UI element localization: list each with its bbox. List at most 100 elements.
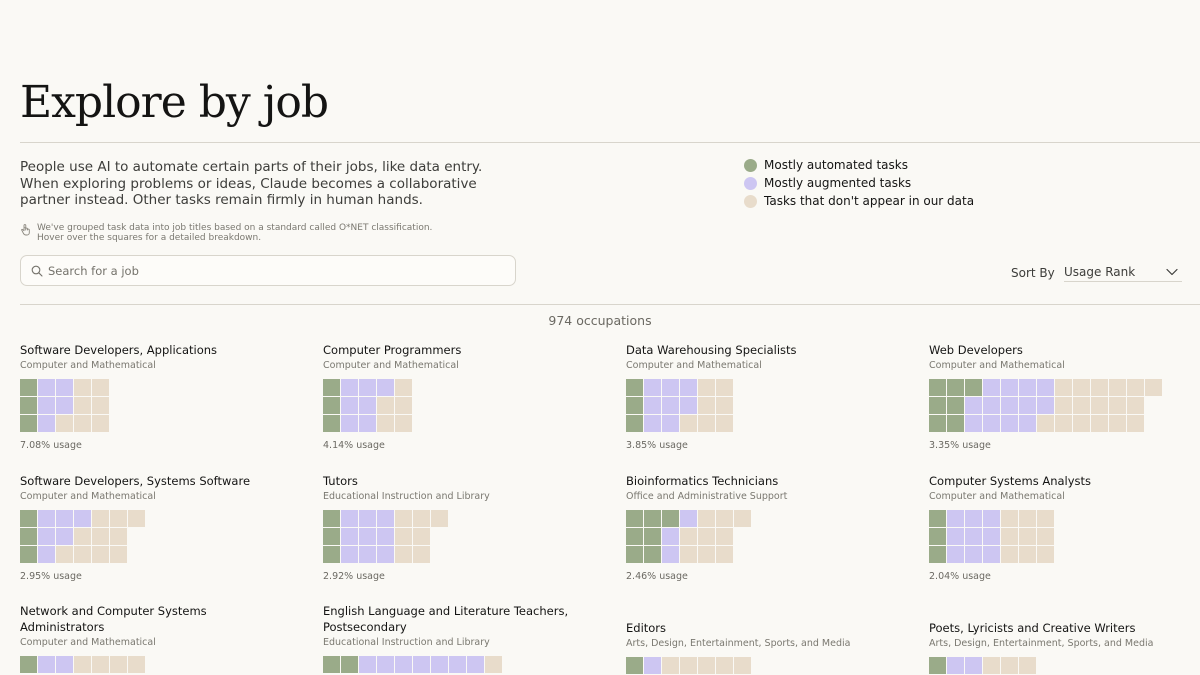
task-cell-augmented[interactable] — [947, 528, 964, 545]
task-cell-human[interactable] — [1091, 397, 1108, 414]
task-cell-human[interactable] — [698, 397, 715, 414]
task-cell-augmented[interactable] — [38, 528, 55, 545]
task-cell-human[interactable] — [698, 510, 715, 527]
task-cell-human[interactable] — [395, 379, 412, 396]
task-cell-human[interactable] — [110, 656, 127, 673]
task-cell-automated[interactable] — [341, 656, 358, 673]
task-cell-human[interactable] — [110, 546, 127, 563]
task-cell-augmented[interactable] — [74, 510, 91, 527]
task-cell-human[interactable] — [128, 510, 145, 527]
task-cell-augmented[interactable] — [983, 510, 1000, 527]
task-cell-automated[interactable] — [20, 415, 37, 432]
task-cell-automated[interactable] — [965, 379, 982, 396]
task-cell-human[interactable] — [395, 510, 412, 527]
task-cell-human[interactable] — [395, 415, 412, 432]
occupation-card[interactable]: Computer Programmers Computer and Mathema… — [323, 342, 603, 451]
task-cell-human[interactable] — [1127, 397, 1144, 414]
task-cell-human[interactable] — [1091, 415, 1108, 432]
task-cell-augmented[interactable] — [38, 415, 55, 432]
task-cell-human[interactable] — [1109, 379, 1126, 396]
occupation-card[interactable]: Editors Arts, Design, Entertainment, Spor… — [626, 620, 906, 674]
task-cell-automated[interactable] — [20, 397, 37, 414]
task-cell-human[interactable] — [1145, 379, 1162, 396]
task-cell-automated[interactable] — [20, 656, 37, 673]
task-cell-human[interactable] — [431, 510, 448, 527]
task-cell-automated[interactable] — [20, 546, 37, 563]
task-cell-human[interactable] — [680, 528, 697, 545]
task-cell-augmented[interactable] — [983, 379, 1000, 396]
task-cell-augmented[interactable] — [983, 415, 1000, 432]
task-cell-augmented[interactable] — [359, 397, 376, 414]
task-cell-augmented[interactable] — [1019, 397, 1036, 414]
task-cell-augmented[interactable] — [983, 397, 1000, 414]
task-cell-augmented[interactable] — [431, 656, 448, 673]
task-cell-automated[interactable] — [929, 510, 946, 527]
task-cell-augmented[interactable] — [644, 397, 661, 414]
task-cell-automated[interactable] — [323, 546, 340, 563]
task-cell-human[interactable] — [1001, 510, 1018, 527]
task-cell-human[interactable] — [1127, 379, 1144, 396]
task-cell-augmented[interactable] — [947, 657, 964, 674]
task-cell-human[interactable] — [377, 415, 394, 432]
task-cell-automated[interactable] — [626, 415, 643, 432]
task-cell-augmented[interactable] — [377, 510, 394, 527]
occupation-card[interactable]: Computer Systems Analysts Computer and Ma… — [929, 473, 1200, 582]
task-cell-augmented[interactable] — [359, 379, 376, 396]
task-cell-human[interactable] — [92, 510, 109, 527]
task-cell-augmented[interactable] — [644, 657, 661, 674]
task-cell-augmented[interactable] — [680, 397, 697, 414]
task-cell-augmented[interactable] — [947, 546, 964, 563]
task-cell-augmented[interactable] — [377, 656, 394, 673]
task-cell-automated[interactable] — [20, 528, 37, 545]
task-cell-automated[interactable] — [323, 397, 340, 414]
task-cell-augmented[interactable] — [1019, 415, 1036, 432]
task-cell-human[interactable] — [128, 656, 145, 673]
task-cell-human[interactable] — [1073, 379, 1090, 396]
task-cell-automated[interactable] — [929, 546, 946, 563]
task-cell-automated[interactable] — [644, 510, 661, 527]
task-cell-human[interactable] — [698, 657, 715, 674]
task-cell-human[interactable] — [734, 510, 751, 527]
occupation-card[interactable]: Web Developers Computer and Mathematical 3… — [929, 342, 1200, 451]
task-cell-augmented[interactable] — [662, 397, 679, 414]
task-cell-human[interactable] — [1037, 510, 1054, 527]
task-cell-augmented[interactable] — [965, 657, 982, 674]
occupation-card[interactable]: English Language and Literature Teachers… — [323, 603, 603, 673]
task-cell-augmented[interactable] — [983, 546, 1000, 563]
task-cell-human[interactable] — [1001, 528, 1018, 545]
task-cell-augmented[interactable] — [341, 397, 358, 414]
task-cell-human[interactable] — [698, 379, 715, 396]
task-cell-automated[interactable] — [947, 379, 964, 396]
task-cell-automated[interactable] — [20, 379, 37, 396]
task-cell-automated[interactable] — [929, 528, 946, 545]
task-cell-human[interactable] — [1019, 510, 1036, 527]
task-cell-human[interactable] — [413, 546, 430, 563]
task-cell-human[interactable] — [110, 528, 127, 545]
task-cell-augmented[interactable] — [1001, 379, 1018, 396]
task-cell-augmented[interactable] — [965, 510, 982, 527]
task-cell-automated[interactable] — [626, 379, 643, 396]
task-cell-augmented[interactable] — [56, 379, 73, 396]
task-cell-automated[interactable] — [929, 415, 946, 432]
task-cell-augmented[interactable] — [1019, 379, 1036, 396]
task-cell-human[interactable] — [680, 546, 697, 563]
task-cell-human[interactable] — [1073, 415, 1090, 432]
task-cell-augmented[interactable] — [377, 546, 394, 563]
task-cell-augmented[interactable] — [680, 510, 697, 527]
task-cell-human[interactable] — [1073, 397, 1090, 414]
task-cell-human[interactable] — [716, 546, 733, 563]
sort-select[interactable]: Usage Rank — [1064, 263, 1182, 282]
task-cell-human[interactable] — [395, 528, 412, 545]
task-cell-human[interactable] — [1055, 379, 1072, 396]
task-cell-human[interactable] — [92, 546, 109, 563]
task-cell-automated[interactable] — [626, 397, 643, 414]
task-cell-augmented[interactable] — [662, 415, 679, 432]
task-cell-human[interactable] — [92, 528, 109, 545]
task-cell-human[interactable] — [1001, 657, 1018, 674]
task-cell-automated[interactable] — [644, 546, 661, 563]
task-cell-human[interactable] — [74, 528, 91, 545]
task-cell-human[interactable] — [1091, 379, 1108, 396]
task-cell-automated[interactable] — [929, 379, 946, 396]
task-cell-augmented[interactable] — [359, 510, 376, 527]
task-cell-augmented[interactable] — [680, 379, 697, 396]
